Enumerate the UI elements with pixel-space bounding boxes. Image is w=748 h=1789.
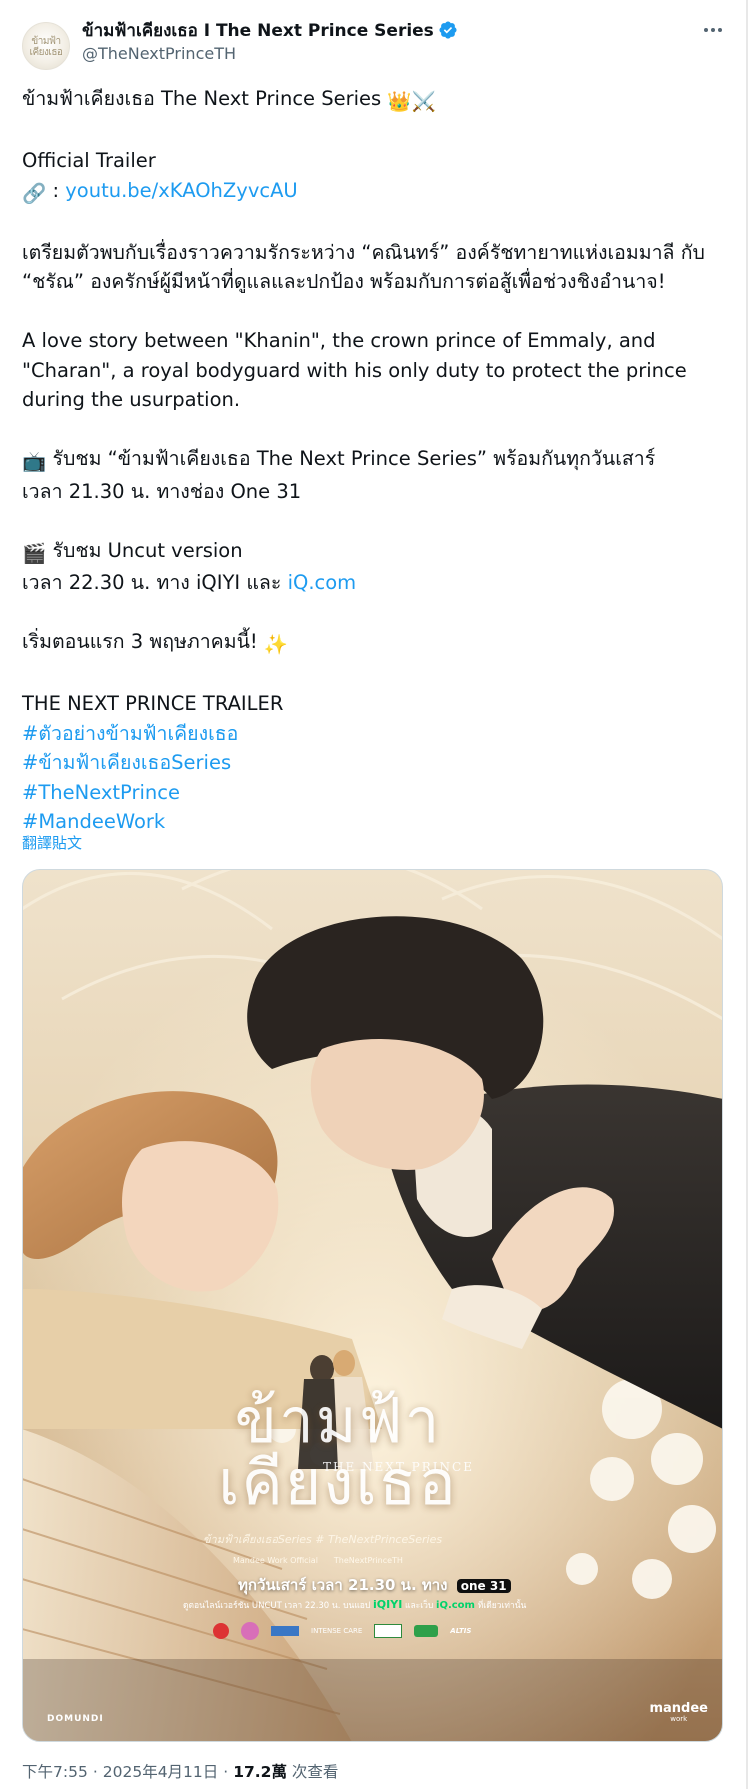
- poster-sponsor-row: INTENSE CARE ALTIS: [213, 1622, 471, 1640]
- english-paragraph-line: "Charan", a royal bodyguard with his onl…: [22, 358, 687, 382]
- more-dot-icon: [718, 28, 722, 32]
- poster-channel-logo: one 31: [456, 1579, 511, 1593]
- tweet-line-title: ข้ามฟ้าเคียงเธอ The Next Prince Series 👑…: [22, 84, 722, 117]
- mandee-logo-text: mandee: [649, 1701, 708, 1716]
- hashtag-link[interactable]: #ข้ามฟ้าเคียงเธอSeries: [22, 751, 231, 774]
- thai-paragraph-line: เตรียมตัวพบกับเรื่องราวความรักระหว่าง “ค…: [22, 240, 705, 264]
- sparkles-emoji-icon: ✨: [263, 633, 289, 656]
- tweet: ข้ามฟ้า เคียงเธอ ข้ามฟ้าเคียงเธอ I The N…: [0, 0, 748, 1789]
- post-time[interactable]: 下午7:55: [22, 1763, 88, 1781]
- sponsor-logo: [213, 1623, 229, 1639]
- sponsor-logo: [414, 1625, 439, 1637]
- broadcast-time-text: เวลา 21.30 น. ทางช่อง One 31: [22, 479, 302, 503]
- link-separator: :: [46, 178, 66, 202]
- sponsor-logo: [374, 1624, 403, 1638]
- poster-image[interactable]: ข้ามฟ้า เคียงเธอ THE NEXT PRINCE ข้ามฟ้า…: [22, 869, 723, 1742]
- poster-title: ข้ามฟ้า เคียงเธอ: [218, 1384, 458, 1519]
- post-date[interactable]: 2025年4月11日: [103, 1763, 219, 1781]
- uncut-text: รับชม Uncut version: [46, 538, 243, 562]
- author-display-name[interactable]: ข้ามฟ้าเคียงเธอ I The Next Prince Series: [82, 17, 434, 44]
- iq-link[interactable]: iQ.com: [288, 571, 357, 594]
- trailer-link-line: 🔗 : youtu.be/xKAOhZyvcAU: [22, 176, 722, 209]
- poster-iqiyi-logo: iQIYI: [373, 1598, 403, 1611]
- official-trailer-text: Official Trailer: [22, 149, 156, 172]
- poster-tags: ข้ามฟ้าเคียงเธอSeries # TheNextPrinceSer…: [203, 1533, 443, 1546]
- poster-social-handle: TheNextPrinceTH: [333, 1556, 403, 1565]
- uncut-line: 🎬 รับชม Uncut version: [22, 536, 722, 569]
- hashtag-link[interactable]: #MandeeWork: [22, 810, 165, 833]
- uncut-time-text: เวลา 22.30 น. ทาง iQIYI และ: [22, 571, 288, 594]
- premiere-line: เริ่มตอนแรก 3 พฤษภาคมนี้! ✨: [22, 627, 722, 660]
- more-dot-icon: [711, 28, 715, 32]
- watch-text: รับชม “ข้ามฟ้าเคียงเธอ The Next Prince S…: [46, 447, 656, 470]
- english-paragraph-line: A love story between "Khanin", the crown…: [22, 329, 656, 352]
- clapper-emoji-icon: 🎬: [22, 541, 47, 565]
- poster-airtime: ทุกวันเสาร์ เวลา 21.30 น. ทาง one 31: [238, 1573, 511, 1597]
- poster-uncut-text: ดูตอนไลน์เวอร์ชัน UNCUT เวลา 22.30 น. บน…: [183, 1601, 371, 1611]
- premiere-text: เริ่มตอนแรก 3 พฤษภาคมนี้!: [22, 630, 264, 653]
- meta-separator: ·: [92, 1763, 98, 1781]
- poster-social-handle: Mandee Work Official: [233, 1556, 318, 1565]
- meta-separator: ·: [223, 1763, 229, 1781]
- poster-social-row: Mandee Work Official TheNextPrinceTH: [233, 1556, 403, 1565]
- poster-logo-mandee: mandee work: [649, 1701, 708, 1724]
- poster-uncut-note: ดูตอนไลน์เวอร์ชัน UNCUT เวลา 22.30 น. บน…: [183, 1598, 526, 1612]
- more-options-button[interactable]: [696, 18, 730, 42]
- more-dot-icon: [704, 28, 708, 32]
- sponsor-logo-text: INTENSE CARE: [311, 1627, 363, 1635]
- link-emoji-icon: 🔗: [22, 181, 47, 205]
- poster-iqcom-logo: iQ.com: [436, 1600, 475, 1611]
- trailer-caps-text: THE NEXT PRINCE TRAILER: [22, 692, 284, 715]
- thai-paragraph-line: “ชรัณ” องครักษ์ผู้มีหน้าที่ดูแลและปกป้อง…: [22, 270, 666, 293]
- watch-line: 📺 รับชม “ข้ามฟ้าเคียงเธอ The Next Prince…: [22, 444, 722, 477]
- author-handle[interactable]: @TheNextPrinceTH: [82, 44, 236, 63]
- views-label: 次查看: [286, 1763, 339, 1781]
- poster-airtime-text: ทุกวันเสาร์ เวลา 21.30 น. ทาง: [238, 1576, 448, 1594]
- hashtag-link[interactable]: #TheNextPrince: [22, 781, 180, 804]
- sponsor-logo-text: ALTIS: [450, 1627, 472, 1635]
- poster-uncut-text: และเว็บ: [405, 1601, 434, 1611]
- tv-emoji-icon: 📺: [22, 450, 47, 473]
- poster-logo-domundi: DOMUNDI: [47, 1714, 104, 1724]
- sponsor-logo: [241, 1622, 259, 1640]
- avatar-logo-text: ข้ามฟ้า เคียงเธอ: [29, 36, 63, 58]
- poster-bottom-band: [23, 1659, 722, 1741]
- verified-badge-icon: [439, 21, 457, 39]
- translate-post-button[interactable]: 翻譯貼文: [22, 832, 82, 853]
- series-title-text: ข้ามฟ้าเคียงเธอ The Next Prince Series: [22, 87, 382, 110]
- poster-subtitle: THE NEXT PRINCE: [323, 1460, 474, 1474]
- crown-swords-emoji-icon: 👑⚔️: [387, 90, 436, 113]
- avatar[interactable]: ข้ามฟ้า เคียงเธอ: [22, 22, 70, 70]
- tweet-text: ข้ามฟ้าเคียงเธอ The Next Prince Series 👑…: [22, 84, 722, 837]
- tweet-meta: 下午7:55 · 2025年4月11日 · 17.2萬 次查看: [22, 1760, 338, 1782]
- hashtag-link[interactable]: #ตัวอย่างข้ามฟ้าเคียงเธอ: [22, 722, 238, 745]
- sponsor-logo: [271, 1626, 299, 1636]
- poster-uncut-text: ที่เดียวเท่านั้น: [477, 1601, 527, 1611]
- view-count: 17.2萬: [233, 1763, 287, 1781]
- trailer-link[interactable]: youtu.be/xKAOhZyvcAU: [65, 179, 297, 202]
- english-paragraph-line: during the usurpation.: [22, 388, 241, 411]
- uncut-time-line: เวลา 22.30 น. ทาง iQIYI และ iQ.com: [22, 568, 722, 598]
- author-name-row: ข้ามฟ้าเคียงเธอ I The Next Prince Series: [82, 18, 458, 42]
